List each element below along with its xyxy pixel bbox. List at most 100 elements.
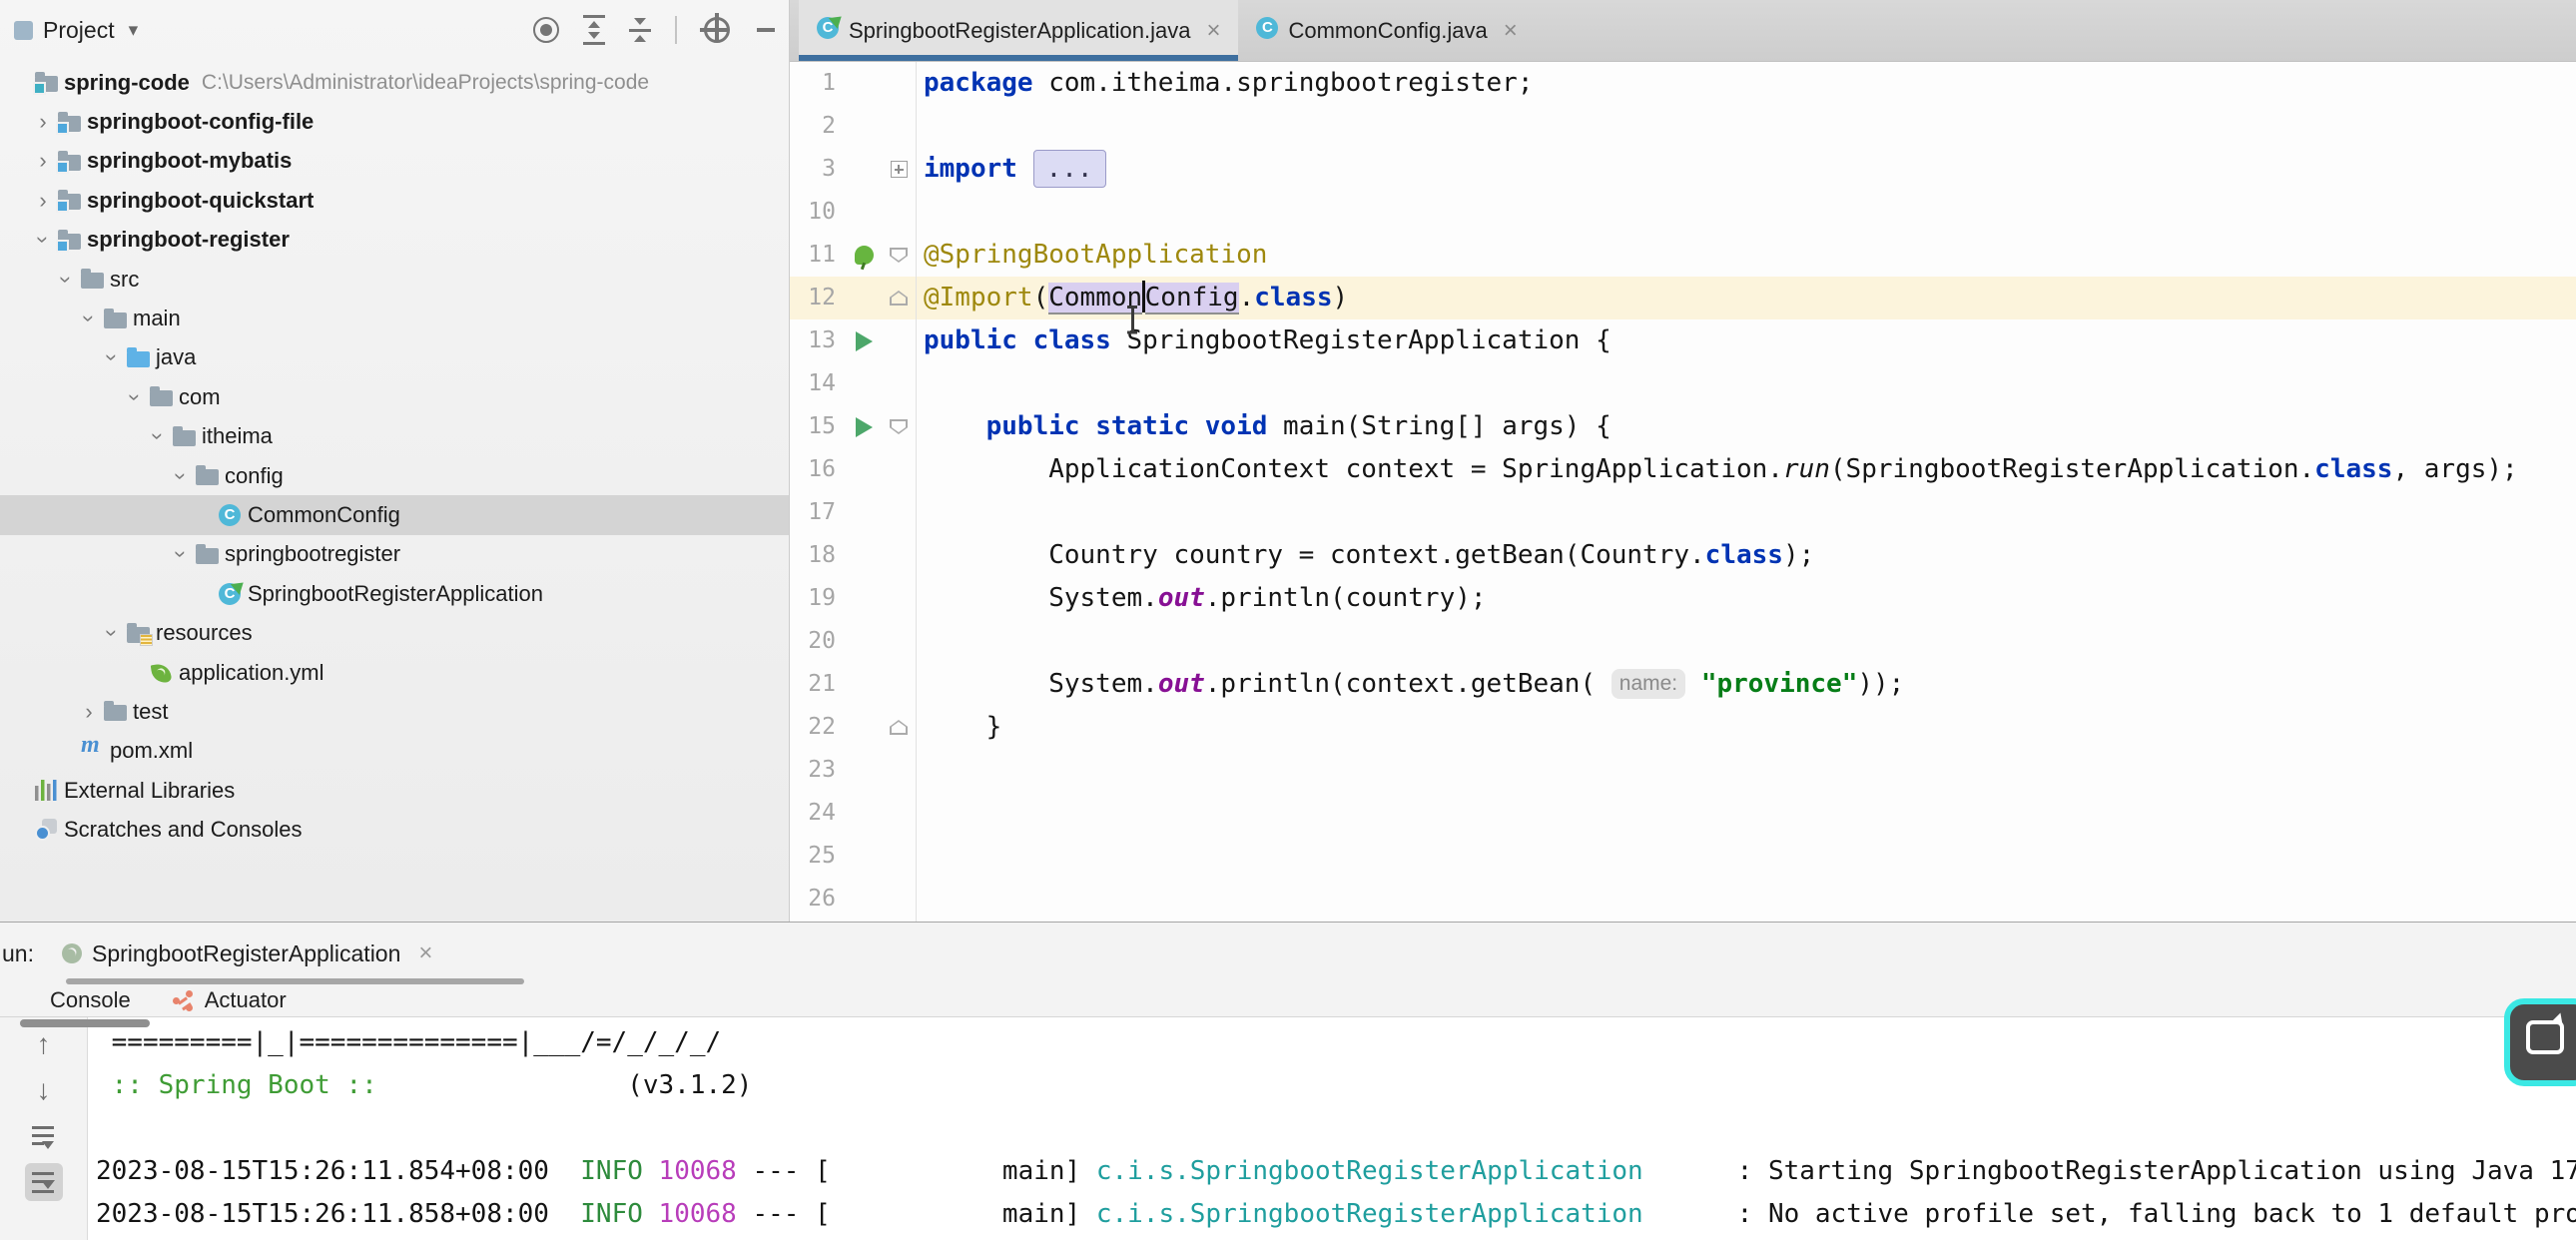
- fold-collapse-end-icon[interactable]: [890, 720, 908, 735]
- tree-item-pom-xml[interactable]: pom.xml: [0, 732, 789, 771]
- actuator-tab-label: Actuator: [205, 987, 287, 1013]
- tree-item-springboot-config-file[interactable]: ›springboot-config-file: [0, 102, 789, 141]
- code-line-24[interactable]: 24: [790, 792, 2576, 835]
- tab-actuator[interactable]: Actuator: [173, 987, 287, 1013]
- chevron-collapsed-icon[interactable]: ›: [31, 149, 55, 173]
- code-line-17[interactable]: 17: [790, 491, 2576, 534]
- chevron-expanded-icon[interactable]: ›: [100, 345, 124, 369]
- settings-icon[interactable]: [704, 17, 730, 43]
- chevron-down-icon[interactable]: ▾: [129, 19, 139, 42]
- horizontal-scrollbar-thumb[interactable]: [20, 1019, 150, 1027]
- hide-icon[interactable]: [757, 28, 775, 32]
- spring-bean-icon[interactable]: [855, 246, 874, 265]
- editor-tab-springbootregisterapplication-java[interactable]: SpringbootRegisterApplication.java×: [799, 0, 1238, 61]
- chevron-expanded-icon[interactable]: ›: [54, 268, 78, 292]
- fold-marker[interactable]: [882, 161, 916, 178]
- code-line-10[interactable]: 10: [790, 191, 2576, 234]
- chevron-expanded-icon[interactable]: ›: [31, 228, 55, 252]
- leaf-gutter-icon[interactable]: [846, 246, 882, 265]
- project-tree[interactable]: spring-codeC:\Users\Administrator\ideaPr…: [0, 63, 789, 850]
- code-line-1[interactable]: 1package com.itheima.springbootregister;: [790, 62, 2576, 105]
- expand-all-icon[interactable]: [583, 15, 605, 45]
- code-line-15[interactable]: 15 public static void main(String[] args…: [790, 405, 2576, 448]
- fold-marker[interactable]: [882, 291, 916, 306]
- editor-tab-commonconfig-java[interactable]: CommonConfig.java×: [1238, 0, 1535, 61]
- fold-collapse-end-icon[interactable]: [890, 291, 908, 306]
- tree-item-springboot-mybatis[interactable]: ›springboot-mybatis: [0, 142, 789, 181]
- fold-marker[interactable]: [882, 248, 916, 263]
- locate-icon[interactable]: [533, 17, 559, 43]
- chevron-expanded-icon[interactable]: ›: [169, 464, 193, 488]
- fold-marker[interactable]: [882, 720, 916, 735]
- project-view-title[interactable]: Project: [43, 17, 115, 44]
- run-icon[interactable]: [856, 331, 873, 351]
- run-icon[interactable]: [856, 417, 873, 437]
- tree-item-application-yml[interactable]: application.yml: [0, 653, 789, 692]
- collapse-all-icon[interactable]: [629, 18, 651, 42]
- code-line-16[interactable]: 16 ApplicationContext context = SpringAp…: [790, 448, 2576, 491]
- code-editor[interactable]: 1package com.itheima.springbootregister;…: [790, 62, 2576, 922]
- class-icon: [216, 504, 244, 526]
- line-number: 2: [790, 105, 846, 148]
- fold-collapse-icon[interactable]: [890, 248, 908, 263]
- code-line-20[interactable]: 20: [790, 620, 2576, 663]
- code-line-22[interactable]: 22 }: [790, 706, 2576, 749]
- tree-item-external-libraries[interactable]: External Libraries: [0, 771, 789, 810]
- close-icon[interactable]: ×: [1206, 17, 1220, 45]
- chevron-expanded-icon[interactable]: ›: [123, 385, 147, 409]
- tree-item-scratches-and-consoles[interactable]: Scratches and Consoles: [0, 810, 789, 849]
- code-line-19[interactable]: 19 System.out.println(country);: [790, 577, 2576, 620]
- up-icon[interactable]: ↑: [25, 1025, 63, 1063]
- line-number: 3: [790, 148, 846, 191]
- tree-item-springbootregister[interactable]: ›springbootregister: [0, 535, 789, 574]
- tree-item-test[interactable]: ›test: [0, 692, 789, 731]
- fold-collapse-icon[interactable]: [890, 419, 908, 434]
- close-icon[interactable]: ×: [1504, 17, 1518, 45]
- code-line-14[interactable]: 14: [790, 362, 2576, 405]
- down-icon[interactable]: ↓: [25, 1071, 63, 1109]
- chevron-collapsed-icon[interactable]: ›: [77, 700, 101, 724]
- chevron-collapsed-icon[interactable]: ›: [31, 110, 55, 134]
- code-line-25[interactable]: 25: [790, 835, 2576, 878]
- divider-icon: [675, 16, 677, 44]
- run-gutter-icon[interactable]: [846, 331, 882, 351]
- code-line-12[interactable]: 12@Import(CommonConfig.class): [790, 277, 2576, 319]
- fold-marker[interactable]: [882, 419, 916, 434]
- chevron-expanded-icon[interactable]: ›: [100, 621, 124, 645]
- tab-console[interactable]: Console: [50, 987, 131, 1013]
- chevron-collapsed-icon[interactable]: ›: [31, 189, 55, 213]
- tree-item-com[interactable]: ›com: [0, 377, 789, 416]
- tree-item-springboot-register[interactable]: ›springboot-register: [0, 221, 789, 260]
- softwrap-icon[interactable]: [25, 1117, 63, 1155]
- run-gutter-icon[interactable]: [846, 417, 882, 437]
- tree-item-springboot-quickstart[interactable]: ›springboot-quickstart: [0, 181, 789, 220]
- folder-root-icon: [32, 73, 60, 92]
- console-tab-label: Console: [50, 987, 131, 1013]
- code-line-23[interactable]: 23: [790, 749, 2576, 792]
- close-icon[interactable]: ×: [418, 939, 432, 967]
- tree-item-springbootregisterapplication[interactable]: SpringbootRegisterApplication: [0, 574, 789, 613]
- chevron-expanded-icon[interactable]: ›: [169, 542, 193, 566]
- chevron-expanded-icon[interactable]: ›: [77, 307, 101, 330]
- tree-item-resources[interactable]: ›resources: [0, 613, 789, 652]
- code-line-18[interactable]: 18 Country country = context.getBean(Cou…: [790, 534, 2576, 577]
- run-configuration-tab[interactable]: SpringbootRegisterApplication ×: [62, 939, 432, 967]
- scrollend-icon[interactable]: [25, 1163, 63, 1201]
- tree-item-java[interactable]: ›java: [0, 338, 789, 377]
- code-line-11[interactable]: 11@SpringBootApplication: [790, 234, 2576, 277]
- fold-expand-icon[interactable]: [891, 161, 908, 178]
- code-line-2[interactable]: 2: [790, 105, 2576, 148]
- chevron-expanded-icon[interactable]: ›: [146, 424, 170, 448]
- tree-item-spring-code[interactable]: spring-codeC:\Users\Administrator\ideaPr…: [0, 63, 789, 102]
- code-line-26[interactable]: 26: [790, 878, 2576, 921]
- tree-item-commonconfig[interactable]: CommonConfig: [0, 495, 789, 534]
- code-line-21[interactable]: 21 System.out.println(context.getBean( n…: [790, 663, 2576, 706]
- tree-item-config[interactable]: ›config: [0, 456, 789, 495]
- tree-item-itheima[interactable]: ›itheima: [0, 417, 789, 456]
- code-line-3[interactable]: 3import ...: [790, 148, 2576, 191]
- code-line-13[interactable]: 13public class SpringbootRegisterApplica…: [790, 319, 2576, 362]
- tree-item-main[interactable]: ›main: [0, 299, 789, 337]
- tree-item-src[interactable]: ›src: [0, 260, 789, 299]
- screencast-overlay-button[interactable]: [2504, 998, 2576, 1086]
- code-text: Country country = context.getBean(Countr…: [916, 534, 2576, 577]
